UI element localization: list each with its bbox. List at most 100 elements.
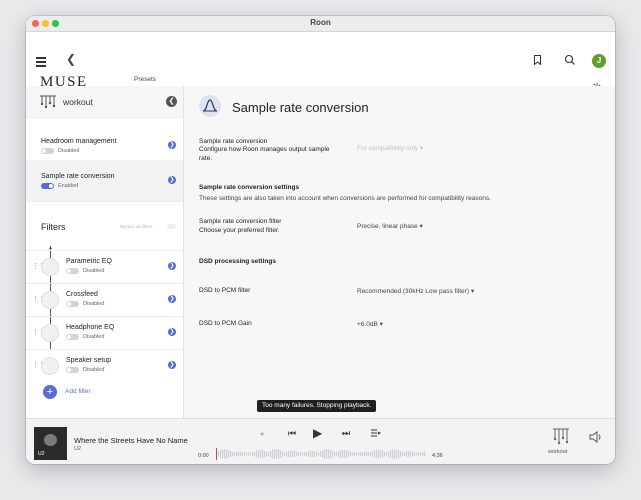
chevron-right-icon[interactable]: ❯: [168, 361, 176, 369]
profile-name: workout: [63, 97, 93, 107]
waveform-bar: [258, 450, 260, 458]
dsd-pcm-filter-label: DSD to PCM filter: [199, 287, 251, 294]
waveform-bar: [334, 451, 336, 457]
waveform-bar: [292, 450, 294, 458]
waveform-bar: [282, 451, 284, 457]
hamburger-menu-icon[interactable]: [36, 57, 46, 69]
waveform-bar: [418, 452, 420, 456]
waveform-bar: [262, 450, 264, 458]
waveform-bar: [220, 450, 222, 458]
chevron-right-icon[interactable]: ❯: [168, 328, 176, 336]
filter-headphone-eq[interactable]: ⋮⋮ Headphone EQ Disabled ❯: [26, 316, 183, 349]
waveform-bar: [318, 452, 320, 456]
bookmark-icon[interactable]: [534, 55, 541, 65]
collapse-sidebar-button[interactable]: ❮: [166, 96, 177, 107]
waveform-bar: [422, 452, 424, 456]
headphone-eq-icon: [41, 324, 59, 342]
module-title: Sample rate conversion: [41, 173, 115, 180]
waveform-bar: [246, 452, 248, 456]
player-bar: U2 Where the Streets Have No Name U2 ● ⏮…: [26, 418, 615, 464]
profile-row[interactable]: workout ❮: [26, 86, 183, 118]
play-icon[interactable]: ▶: [313, 426, 322, 440]
chevron-right-icon[interactable]: ❯: [168, 176, 176, 184]
album-art[interactable]: U2: [34, 427, 67, 460]
crossfeed-icon: [41, 291, 59, 309]
waveform-bar: [276, 449, 278, 459]
caret-down-icon: ▾: [470, 288, 475, 295]
previous-track-icon[interactable]: ⏮: [288, 428, 296, 439]
album-art-figure: [44, 434, 57, 446]
queue-icon[interactable]: [371, 429, 381, 437]
waveform-bar: [254, 451, 256, 457]
toggle-status: Disabled: [58, 148, 80, 154]
track-title[interactable]: Where the Streets Have No Name: [74, 436, 188, 445]
waveform-bar: [222, 449, 224, 459]
zone-name[interactable]: workout: [548, 449, 567, 455]
dsd-heading: DSD processing settings: [199, 258, 276, 265]
dsd-pcm-filter-dropdown[interactable]: Recommended (30kHz Low pass filter) ▾: [357, 287, 474, 295]
waveform-bar: [412, 451, 414, 457]
next-track-icon[interactable]: ⏭: [342, 428, 350, 439]
waveform-bar: [230, 451, 232, 457]
waveform-bar: [298, 452, 300, 456]
chevron-right-icon[interactable]: ❯: [168, 262, 176, 270]
waveform-bar: [388, 451, 390, 457]
waveform-bar: [274, 449, 276, 459]
volume-icon[interactable]: [589, 431, 603, 443]
waveform-bar: [252, 451, 254, 457]
waveform-bar: [236, 451, 238, 457]
module-sample-rate-conversion[interactable]: Sample rate conversion Enabled ❯: [26, 160, 183, 202]
filter-toggle[interactable]: [66, 301, 79, 307]
dsd-gain-label: DSD to PCM Gain: [199, 320, 252, 327]
search-icon[interactable]: [564, 54, 576, 66]
filter-toggle[interactable]: [66, 268, 79, 274]
dsd-gain-dropdown[interactable]: +6.0dB ▾: [357, 320, 383, 328]
seek-waveform[interactable]: [216, 448, 426, 460]
bypass-all-filters-toggle[interactable]: [167, 224, 176, 229]
waveform-bar: [360, 452, 362, 456]
filter-toggle[interactable]: [66, 334, 79, 340]
waveform-bar: [340, 450, 342, 458]
waveform-bar: [314, 451, 316, 457]
chevron-right-icon[interactable]: ❯: [168, 295, 176, 303]
roon-window: Roon ❮ MUSE Precision Audio Control Pres…: [26, 16, 615, 464]
add-filter-button[interactable]: +: [43, 385, 57, 399]
waveform-bar: [266, 451, 268, 457]
waveform-bar: [306, 451, 308, 457]
waveform-bar: [248, 452, 250, 456]
filter-speaker-setup[interactable]: ⋮⋮ Speaker setup Disabled ❯: [26, 349, 183, 382]
waveform-bar: [366, 451, 368, 457]
waveform-bar: [328, 449, 330, 459]
radio-dot-icon[interactable]: ●: [260, 431, 264, 438]
waveform-bar: [238, 451, 240, 457]
headroom-toggle[interactable]: [41, 148, 54, 154]
waveform-bar: [310, 450, 312, 458]
waveform-bar: [398, 450, 400, 458]
user-avatar[interactable]: J: [592, 54, 606, 68]
src-filter-dropdown[interactable]: Precise, linear phase ▾: [357, 222, 423, 230]
add-filter-label[interactable]: Add filter: [65, 388, 91, 395]
parametric-eq-icon: [41, 258, 59, 276]
waveform-bar: [344, 449, 346, 459]
waveform-bar: [408, 451, 410, 457]
waveform-bar: [232, 452, 234, 456]
waveform-bar: [296, 451, 298, 457]
waveform-bar: [396, 449, 398, 459]
waveform-bar: [404, 452, 406, 456]
sample-rate-toggle[interactable]: [41, 183, 54, 189]
filter-toggle[interactable]: [66, 367, 79, 373]
filter-parametric-eq[interactable]: ⋮⋮ Parametric EQ Disabled ❯: [26, 250, 183, 283]
waveform-bar: [416, 452, 418, 456]
zone-eq-icon[interactable]: [552, 427, 570, 447]
src-filter-value: Precise, linear phase: [357, 223, 418, 230]
waveform-bar: [218, 451, 220, 457]
back-arrow-icon[interactable]: ❮: [66, 52, 76, 66]
filter-crossfeed[interactable]: ⋮⋮ Crossfeed Disabled ❯: [26, 283, 183, 316]
waveform-bar: [308, 451, 310, 457]
waveform-bar: [420, 452, 422, 456]
waveform-bar: [294, 451, 296, 457]
track-artist[interactable]: U2: [74, 446, 81, 452]
chevron-right-icon[interactable]: ❯: [168, 141, 176, 149]
src-description: Configure how Roon manages output sample…: [199, 146, 330, 162]
toggle-status: Enabled: [58, 183, 79, 189]
